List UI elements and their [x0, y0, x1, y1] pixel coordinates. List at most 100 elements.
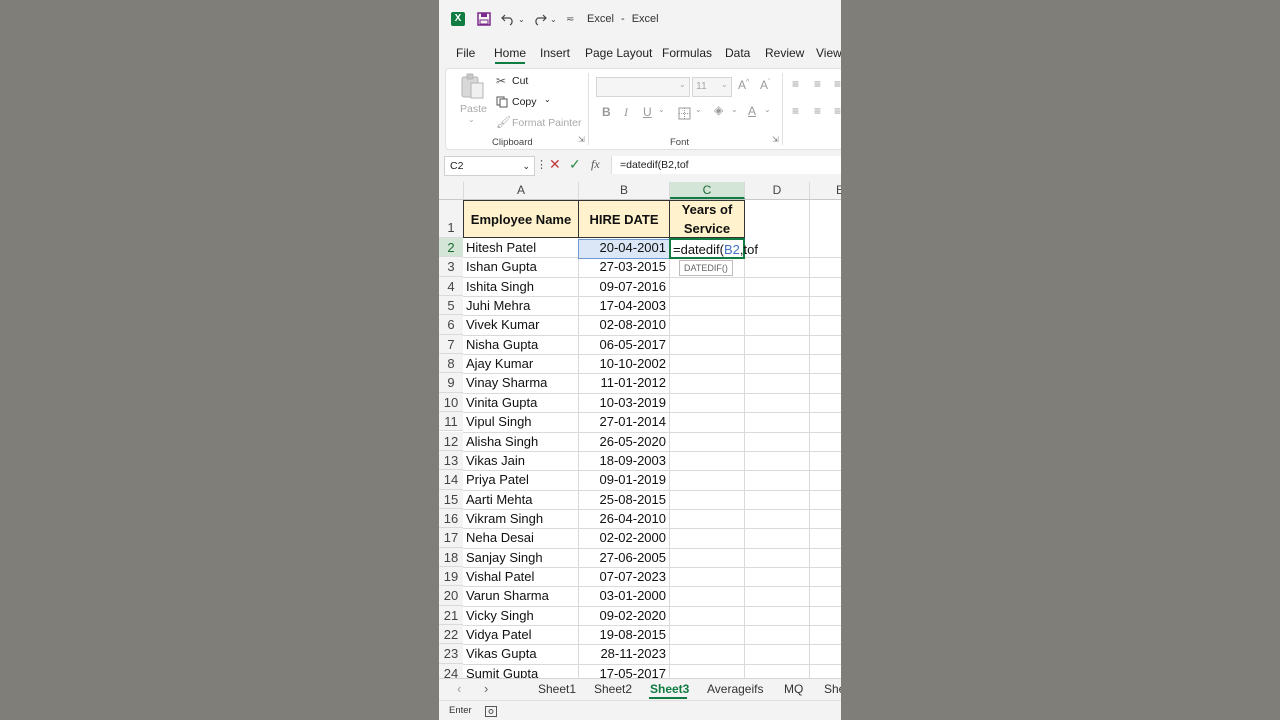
header-years-of-service[interactable]: Years of Service — [669, 200, 745, 238]
header-hire-date[interactable]: HIRE DATE — [578, 200, 670, 238]
row-header[interactable]: 17 — [439, 528, 463, 548]
name-box[interactable]: C2 ⌄ — [444, 156, 535, 176]
employee-name-cell[interactable]: Vikas Gupta — [466, 644, 576, 663]
employee-name-cell[interactable]: Vipul Singh — [466, 412, 576, 431]
worksheet-grid[interactable]: A B C D E 1 2 3 4 5 6 7 8 9 10 11 12 13 14 15 16 17 18 19… — [439, 182, 841, 685]
row-header[interactable]: 22 — [439, 625, 463, 645]
copy-dropdown-icon[interactable]: ⌄ — [544, 95, 551, 104]
employee-name-cell[interactable]: Vinay Sharma — [466, 373, 576, 392]
hire-date-cell[interactable]: 26-04-2010 — [580, 509, 667, 528]
tab-review[interactable]: Review — [765, 46, 804, 60]
align-center-icon[interactable]: ≡ — [814, 104, 821, 118]
row-header[interactable]: 5 — [439, 296, 463, 316]
employee-name-cell[interactable]: Priya Patel — [466, 470, 576, 489]
active-cell-c2[interactable]: =datedif(B2,tof — [669, 238, 758, 259]
hire-date-cell[interactable]: 26-05-2020 — [580, 432, 667, 451]
row-header[interactable]: 3 — [439, 257, 463, 277]
tab-formulas[interactable]: Formulas — [662, 46, 712, 60]
col-header-a[interactable]: A — [464, 182, 579, 199]
copy-icon[interactable] — [496, 95, 508, 113]
font-color-dropdown-icon[interactable]: ⌄ — [764, 105, 771, 114]
align-right-icon[interactable]: ≡ — [834, 104, 841, 118]
align-bottom-icon[interactable]: ≡ — [834, 77, 841, 91]
copy-button[interactable]: Copy — [512, 96, 537, 108]
tab-view[interactable]: View — [816, 46, 841, 60]
hire-date-cell[interactable]: 09-01-2019 — [580, 470, 667, 489]
employee-name-cell[interactable]: Vishal Patel — [466, 567, 576, 586]
redo-icon[interactable] — [533, 12, 547, 28]
employee-name-cell[interactable]: Juhi Mehra — [466, 296, 576, 315]
font-name-dropdown[interactable]: ⌄ — [596, 77, 690, 97]
row-header[interactable]: 14 — [439, 470, 463, 490]
employee-name-cell[interactable]: Ishan Gupta — [466, 257, 576, 276]
row-header[interactable]: 11 — [439, 412, 463, 432]
hire-date-cell[interactable]: 19-08-2015 — [580, 625, 667, 644]
employee-name-cell[interactable]: Hitesh Patel — [466, 238, 576, 257]
row-header[interactable]: 9 — [439, 373, 463, 393]
tab-insert[interactable]: Insert — [540, 46, 570, 60]
align-left-icon[interactable]: ≡ — [792, 104, 799, 118]
scroll-sheets-right-icon[interactable]: › — [484, 681, 488, 696]
employee-name-cell[interactable]: Ishita Singh — [466, 277, 576, 296]
hire-date-cell[interactable]: 03-01-2000 — [580, 586, 667, 605]
row-header-1[interactable]: 1 — [439, 200, 463, 238]
employee-name-cell[interactable]: Aarti Mehta — [466, 490, 576, 509]
align-middle-icon[interactable]: ≡ — [814, 77, 821, 91]
hire-date-cell[interactable]: 07-07-2023 — [580, 567, 667, 586]
sheet-tab-sheet2[interactable]: Sheet2 — [594, 682, 632, 696]
formula-input[interactable]: =datedif(B2,tof — [611, 156, 841, 174]
clipboard-launcher-icon[interactable]: ⇲ — [578, 135, 585, 144]
col-header-d[interactable]: D — [745, 182, 810, 199]
hire-date-cell[interactable]: 27-01-2014 — [580, 412, 667, 431]
paste-label[interactable]: Paste — [460, 103, 487, 115]
employee-name-cell[interactable]: Alisha Singh — [466, 432, 576, 451]
row-header[interactable]: 4 — [439, 276, 463, 297]
employee-name-cell[interactable]: Vikram Singh — [466, 509, 576, 528]
hire-date-cell[interactable]: 10-10-2002 — [580, 354, 667, 373]
bold-button[interactable]: B — [602, 105, 611, 119]
sheet-tab-mq[interactable]: MQ — [784, 682, 803, 696]
scroll-sheets-left-icon[interactable]: ‹ — [457, 681, 461, 696]
hire-date-cell[interactable]: 28-11-2023 — [580, 644, 666, 663]
row-header[interactable]: 12 — [439, 431, 463, 451]
row-header[interactable]: 6 — [439, 315, 463, 335]
increase-font-icon[interactable]: A^ — [738, 78, 749, 92]
insert-function-icon[interactable]: fx — [591, 157, 600, 172]
employee-name-cell[interactable]: Nisha Gupta — [466, 335, 576, 354]
sheet-tab-sheet1[interactable]: Sheet1 — [538, 682, 576, 696]
tab-page-layout[interactable]: Page Layout — [585, 46, 652, 60]
employee-name-cell[interactable]: Ajay Kumar — [466, 354, 576, 373]
employee-name-cell[interactable]: Vicky Singh — [466, 606, 576, 625]
row-header[interactable]: 23 — [439, 644, 463, 664]
sheet-tab-averageifs[interactable]: Averageifs — [707, 682, 763, 696]
save-icon[interactable] — [477, 12, 491, 28]
paste-dropdown-icon[interactable]: ⌄ — [468, 115, 475, 124]
row-header[interactable]: 18 — [439, 547, 463, 567]
employee-name-cell[interactable]: Varun Sharma — [466, 586, 576, 605]
employee-name-cell[interactable]: Vivek Kumar — [466, 315, 576, 334]
function-tooltip[interactable]: DATEDIF() — [679, 260, 733, 276]
format-painter-button[interactable]: Format Painter — [512, 117, 581, 129]
borders-dropdown-icon[interactable]: ⌄ — [695, 105, 702, 114]
cut-button[interactable]: Cut — [512, 75, 528, 87]
hire-date-cell[interactable]: 11-01-2012 — [580, 373, 666, 392]
undo-icon[interactable] — [501, 12, 515, 28]
undo-dropdown-icon[interactable]: ⌄ — [518, 12, 525, 28]
paste-icon[interactable] — [460, 73, 486, 106]
underline-button[interactable]: U — [643, 105, 652, 119]
fill-color-dropdown-icon[interactable]: ⌄ — [731, 105, 738, 114]
employee-name-cell[interactable]: Vikas Jain — [466, 451, 576, 470]
hire-date-cell[interactable]: 27-03-2015 — [580, 257, 667, 276]
name-box-chevron-icon[interactable]: ⌄ — [522, 157, 530, 175]
sheet-tab-sheet3[interactable]: Sheet3 — [650, 682, 689, 696]
tab-file[interactable]: File — [456, 46, 475, 60]
employee-name-cell[interactable]: Vidya Patel — [466, 625, 576, 644]
cancel-icon[interactable]: ✕ — [549, 156, 561, 173]
row-header[interactable]: 10 — [439, 392, 463, 413]
font-color-icon[interactable]: A — [748, 104, 756, 118]
hire-date-cell[interactable]: 18-09-2003 — [580, 451, 667, 470]
employee-name-cell[interactable]: Vinita Gupta — [466, 393, 576, 412]
customize-toolbar-icon[interactable]: ≂ — [566, 12, 574, 28]
row-header[interactable]: 21 — [439, 605, 463, 625]
font-size-dropdown[interactable]: 11 ⌄ — [692, 77, 732, 97]
